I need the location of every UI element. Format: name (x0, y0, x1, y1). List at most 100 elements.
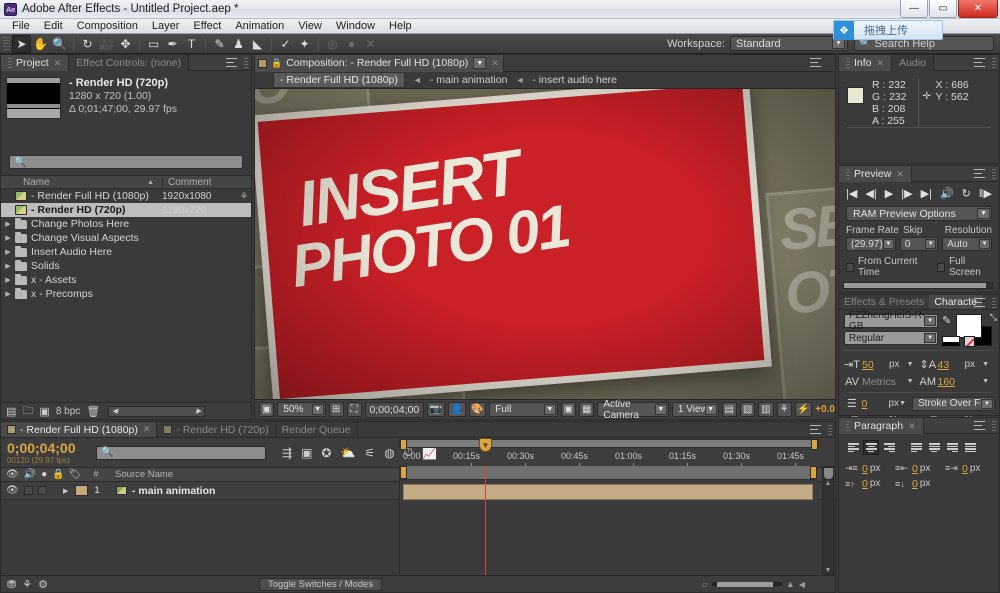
menu-animation[interactable]: Animation (228, 19, 291, 33)
show-snapshot-icon[interactable]: 👤 (448, 402, 466, 417)
close-icon[interactable]: ✕ (54, 58, 62, 69)
selection-tool-icon[interactable]: ➤ (12, 35, 31, 53)
ram-preview-button[interactable]: ‖▶ (979, 187, 992, 200)
expand-folder-icon[interactable]: ▶ (1, 234, 15, 242)
close-icon[interactable]: ✕ (908, 421, 916, 432)
align-right-button[interactable] (881, 440, 897, 455)
list-item[interactable]: ▶Solids (1, 259, 251, 273)
maximize-button[interactable]: ▭ (929, 0, 957, 18)
tracking-field[interactable]: AM 160 ▼ (920, 376, 996, 388)
frame-blending-icon[interactable]: ⛅ (340, 446, 355, 460)
ram-preview-options-select[interactable]: RAM Preview Options ▼ (846, 206, 992, 221)
timeline-work-area[interactable] (400, 466, 817, 480)
composition-mini-flowchart-icon[interactable]: ⇶ (282, 446, 292, 460)
eraser-tool-icon[interactable]: ◣ (248, 35, 267, 53)
motion-blur-icon[interactable]: ⚟ (364, 446, 375, 460)
chevron-down-icon[interactable]: ▼ (899, 400, 906, 407)
expand-folder-icon[interactable]: ▶ (1, 262, 15, 270)
tab-audio[interactable]: Audio (892, 55, 934, 71)
expand-folder-icon[interactable]: ▶ (1, 276, 15, 284)
exposure-reset-icon[interactable]: ⚡ (795, 402, 813, 417)
menu-file[interactable]: File (5, 19, 37, 33)
chevron-down-icon[interactable]: ▼ (982, 361, 989, 368)
toolbar-grip-icon[interactable] (3, 37, 10, 51)
pan-behind-tool-icon[interactable]: ✥ (116, 35, 135, 53)
timeline-collapse-icon[interactable]: ◀ (799, 580, 805, 589)
exposure-value[interactable]: +0.0 (815, 404, 835, 415)
default-colors-icon[interactable] (942, 336, 960, 346)
first-frame-button[interactable]: |◀ (846, 187, 857, 200)
draft-3d-icon[interactable]: ▣ (301, 446, 312, 460)
eyedropper-icon[interactable]: ✎ (942, 314, 951, 327)
solo-switch-icon[interactable] (38, 486, 47, 495)
list-item[interactable]: - Render HD (720p)1280x720 (1, 203, 251, 217)
justify-all-button[interactable] (962, 440, 978, 455)
preview-horizontal-scrollbar[interactable] (843, 282, 993, 289)
close-icon[interactable]: ✕ (143, 424, 151, 435)
frame-rate-field[interactable]: (29.97) ▼ (846, 237, 896, 251)
full-screen-checkbox[interactable] (937, 263, 945, 272)
list-item[interactable]: ▶Change Visual Aspects (1, 231, 251, 245)
rotation-tool-icon[interactable]: ↻ (78, 35, 97, 53)
justify-last-right-button[interactable] (944, 440, 960, 455)
play-button[interactable]: ▶ (885, 187, 893, 200)
scroll-up-icon[interactable]: ▲ (825, 480, 832, 487)
channel-icon[interactable]: 🎨 (469, 402, 487, 417)
panel-grip-icon[interactable] (992, 169, 996, 180)
expand-folder-icon[interactable]: ▶ (1, 220, 15, 228)
fast-preview-icon[interactable]: ▧ (740, 402, 755, 417)
lock-icon[interactable]: 🔒 (271, 58, 282, 69)
justify-last-left-button[interactable] (908, 440, 924, 455)
panel-menu-icon[interactable] (974, 169, 985, 178)
camera-tool-icon[interactable]: 🎥 (97, 35, 116, 53)
tab-timeline-render-hd[interactable]: - Render HD (720p) (157, 422, 275, 437)
stroke-width-field[interactable]: ☰ 0 px ▼ (844, 397, 912, 410)
tab-effects-and-presets[interactable]: Effects & Presets (839, 295, 929, 309)
indent-first-line-field[interactable]: ≡⇥ 0 px (945, 463, 995, 475)
panel-menu-icon[interactable] (974, 421, 985, 430)
region-toggle-icon[interactable]: ▣ (561, 402, 576, 417)
list-item[interactable]: - Render Full HD (1080p)1920x1080⚘ (1, 189, 251, 203)
playhead-handle[interactable]: ▼ (479, 438, 494, 453)
panel-grip-icon[interactable] (992, 421, 996, 432)
list-item[interactable]: ▶x - Precomps (1, 287, 251, 301)
menu-composition[interactable]: Composition (70, 19, 145, 33)
interpret-footage-icon[interactable]: ▤ (6, 405, 16, 418)
snapshot-icon[interactable]: 📷 (427, 402, 445, 417)
indent-left-field[interactable]: ⇥≡ 0 px (845, 463, 895, 475)
space-before-field[interactable]: ≡↑ 0 px (845, 478, 895, 490)
timeline-zoom-control[interactable]: ▱ ▲ ◀ (702, 579, 805, 589)
video-switch-icon[interactable]: 👁 (6, 485, 19, 496)
tab-render-queue[interactable]: Render Queue (276, 422, 358, 437)
menu-view[interactable]: View (291, 19, 329, 33)
space-after-field[interactable]: ≡↓ 0 px (895, 478, 945, 490)
tab-info[interactable]: Info ✕ (839, 55, 892, 71)
breadcrumb-item-1[interactable]: - main animation (430, 74, 508, 86)
work-area-end-cap[interactable] (810, 466, 817, 479)
panel-menu-icon[interactable] (974, 58, 985, 67)
justify-last-center-button[interactable] (926, 440, 942, 455)
transparency-grid-icon[interactable]: ▦ (579, 402, 594, 417)
views-select[interactable]: 1 View ▼ (672, 402, 719, 417)
playhead-line[interactable] (485, 466, 486, 575)
last-frame-button[interactable]: ▶| (921, 187, 932, 200)
tab-composition[interactable]: 🔒 Composition: - Render Full HD (1080p) … (255, 55, 504, 72)
clone-stamp-tool-icon[interactable]: ♟ (229, 35, 248, 53)
project-horizontal-scrollbar[interactable]: ◀▶ (108, 406, 205, 417)
work-area-start-cap[interactable] (400, 466, 407, 479)
align-center-button[interactable] (863, 440, 879, 455)
new-folder-icon[interactable]: 🗀 (22, 402, 33, 421)
close-button[interactable]: ✕ (958, 0, 998, 18)
panel-grip-icon[interactable] (244, 58, 248, 69)
brainstorm-icon[interactable]: ◍ (384, 446, 394, 460)
tab-effect-controls[interactable]: Effect Controls: (none) (69, 55, 189, 71)
region-of-interest-icon[interactable]: ⛶ (347, 402, 362, 417)
loop-button[interactable]: ↻ (962, 187, 971, 200)
no-fill-icon[interactable] (964, 336, 975, 347)
close-icon[interactable]: ✕ (877, 58, 885, 69)
tab-timeline-render-full-hd[interactable]: - Render Full HD (1080p) ✕ (1, 422, 157, 437)
brush-tool-icon[interactable]: ✎ (210, 35, 229, 53)
chevron-down-icon[interactable]: ▼ (473, 57, 486, 69)
composition-viewer[interactable]: TO SE OT INSERT PHOTO 01 (255, 89, 835, 399)
timeline-icon[interactable]: ▥ (758, 402, 773, 417)
